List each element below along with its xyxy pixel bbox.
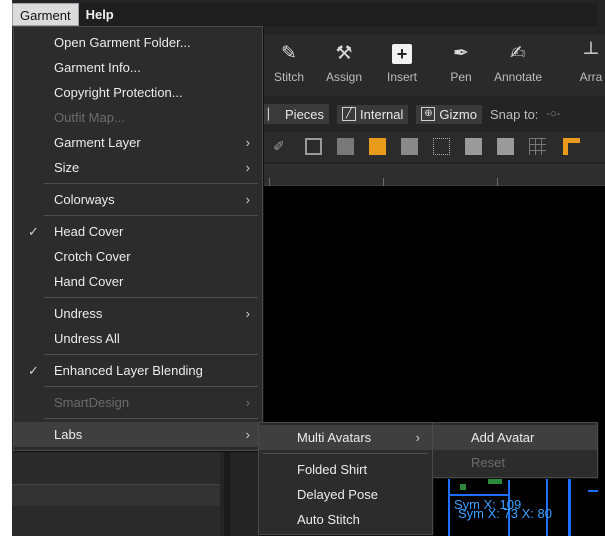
edit-point-icon[interactable] <box>369 138 386 155</box>
menu-item-reset: Reset <box>471 455 505 470</box>
tool-arrange[interactable]: ┴ Arra <box>565 42 605 84</box>
menu-item-smartdesign: SmartDesign › <box>14 390 262 415</box>
menu-item-crotch-cover[interactable]: Crotch Cover <box>14 244 262 269</box>
pieces-label: Pieces <box>285 106 325 122</box>
internal-icon: ╱ <box>342 107 357 121</box>
tool-pen[interactable]: ✒ Pen <box>435 42 487 84</box>
pattern-edge <box>588 490 598 492</box>
menu-item-folded-shirt[interactable]: Folded Shirt <box>259 457 432 482</box>
menu-item-open-garment-folder[interactable]: Open Garment Folder... <box>14 30 262 55</box>
menu-bar: Garment Help <box>12 3 597 26</box>
menu-item-undress-all[interactable]: Undress All <box>14 326 262 351</box>
internal-label: Internal <box>360 106 404 122</box>
tool-label: Insert <box>386 70 417 84</box>
pattern-edge <box>568 470 571 536</box>
checkmark-icon: ✓ <box>28 224 39 239</box>
menu-separator <box>44 418 258 419</box>
menu-item-head-cover[interactable]: ✓ Head Cover <box>14 219 262 244</box>
menu-separator <box>44 354 258 355</box>
corner-icon[interactable] <box>563 138 580 155</box>
panel-splitter[interactable] <box>224 452 230 536</box>
pieces-icon: ⎸ <box>268 106 282 121</box>
secondary-tool-row: ✐ <box>263 132 605 162</box>
edit-curve-icon[interactable]: ✐ <box>273 138 290 155</box>
menu-separator <box>44 215 258 216</box>
chevron-right-icon: › <box>245 427 250 442</box>
menu-item-enhanced-layer-blending[interactable]: ✓ Enhanced Layer Blending <box>14 358 262 383</box>
menu-item-labs[interactable]: Labs › <box>14 422 262 447</box>
menu-item-add-avatar[interactable]: Add Avatar <box>433 425 597 450</box>
menu-item-size[interactable]: Size › <box>14 155 262 180</box>
labs-submenu: Multi Avatars › Folded Shirt Delayed Pose… <box>258 422 433 535</box>
snap-to-value[interactable]: -○- <box>546 108 560 120</box>
sym-label: Sym X: 73 X: 80 <box>458 506 552 521</box>
menu-separator <box>263 453 428 454</box>
menu-item-garment-info[interactable]: Garment Info... <box>14 55 262 80</box>
menu-item-copyright-protection[interactable]: Copyright Protection... <box>14 80 262 105</box>
tool-label: Arra <box>579 70 603 84</box>
chevron-right-icon: › <box>415 430 420 445</box>
chevron-right-icon: › <box>245 306 250 321</box>
multi-avatars-submenu: Add Avatar Reset <box>432 422 598 478</box>
gizmo-label: Gizmo <box>439 106 477 122</box>
menu-separator <box>44 183 258 184</box>
pen-icon: ✒ <box>453 43 469 64</box>
menu-help[interactable]: Help <box>79 3 121 26</box>
ruler-tick <box>269 178 270 186</box>
toolbar: ✎ Stitch ⚒ Assign + Insert ✒ Pen ✍ Annot… <box>263 34 605 96</box>
menu-item-auto-stitch[interactable]: Auto Stitch <box>259 507 432 532</box>
menu-item-delayed-pose[interactable]: Delayed Pose <box>259 482 432 507</box>
object-browser-panel <box>12 452 220 536</box>
chevron-right-icon: › <box>245 160 250 175</box>
menu-garment[interactable]: Garment <box>12 3 79 26</box>
gizmo-icon: ⊕ <box>421 107 436 121</box>
internal-toggle[interactable]: ╱ Internal <box>337 104 409 124</box>
display-filter-bar: ⎸ Pieces ╱ Internal ⊕ Gizmo Snap to: -○- <box>263 100 605 128</box>
assign-icon: ⚒ <box>335 43 353 64</box>
menu-item-colorways[interactable]: Colorways › <box>14 187 262 212</box>
checkmark-icon: ✓ <box>28 363 39 378</box>
menu-item-multi-avatars[interactable]: Multi Avatars › <box>259 425 432 450</box>
tool-label: Pen <box>450 70 472 84</box>
menu-separator <box>44 297 258 298</box>
ruler-tick <box>497 178 498 186</box>
gizmo-toggle[interactable]: ⊕ Gizmo <box>416 104 482 124</box>
menu-item-garment-layer[interactable]: Garment Layer › <box>14 130 262 155</box>
info-icon[interactable] <box>465 138 482 155</box>
arrange-icon: ┴ <box>584 43 598 64</box>
list-item[interactable] <box>12 484 220 506</box>
menu-separator <box>44 386 258 387</box>
snap-to-label: Snap to: <box>489 106 539 122</box>
tool-label: Annotate <box>493 70 543 84</box>
pattern-edge <box>448 494 508 496</box>
chevron-right-icon: › <box>245 135 250 150</box>
tool-label: Assign <box>325 70 363 84</box>
select-box-icon[interactable] <box>433 138 450 155</box>
annotate-icon: ✍ <box>510 43 526 64</box>
tool-assign[interactable]: ⚒ Assign <box>318 42 370 84</box>
grid-icon[interactable] <box>529 138 546 155</box>
pieces-toggle[interactable]: ⎸ Pieces <box>263 104 330 124</box>
arrow-right-icon[interactable] <box>497 138 514 155</box>
ruler <box>263 164 605 186</box>
menu-item-outfit-map: Outfit Map... <box>54 110 125 125</box>
segment-icon[interactable] <box>305 138 322 155</box>
tool-annotate[interactable]: ✍ Annotate <box>492 42 544 84</box>
chevron-right-icon: › <box>245 395 250 410</box>
pattern-notch <box>460 484 466 490</box>
fill-icon[interactable] <box>337 138 354 155</box>
menu-item-undress[interactable]: Undress › <box>14 301 262 326</box>
tool-stitch[interactable]: ✎ Stitch <box>263 42 315 84</box>
menu-item-hand-cover[interactable]: Hand Cover <box>14 269 262 294</box>
chevron-right-icon: › <box>245 192 250 207</box>
garment-menu: Open Garment Folder... Garment Info... C… <box>13 26 263 451</box>
ruler-tick <box>383 178 384 186</box>
tool-label: Stitch <box>273 70 304 84</box>
stitch-icon: ✎ <box>281 43 297 64</box>
insert-icon: + <box>392 44 412 64</box>
shade-icon[interactable] <box>401 138 418 155</box>
tool-insert[interactable]: + Insert <box>376 42 428 84</box>
